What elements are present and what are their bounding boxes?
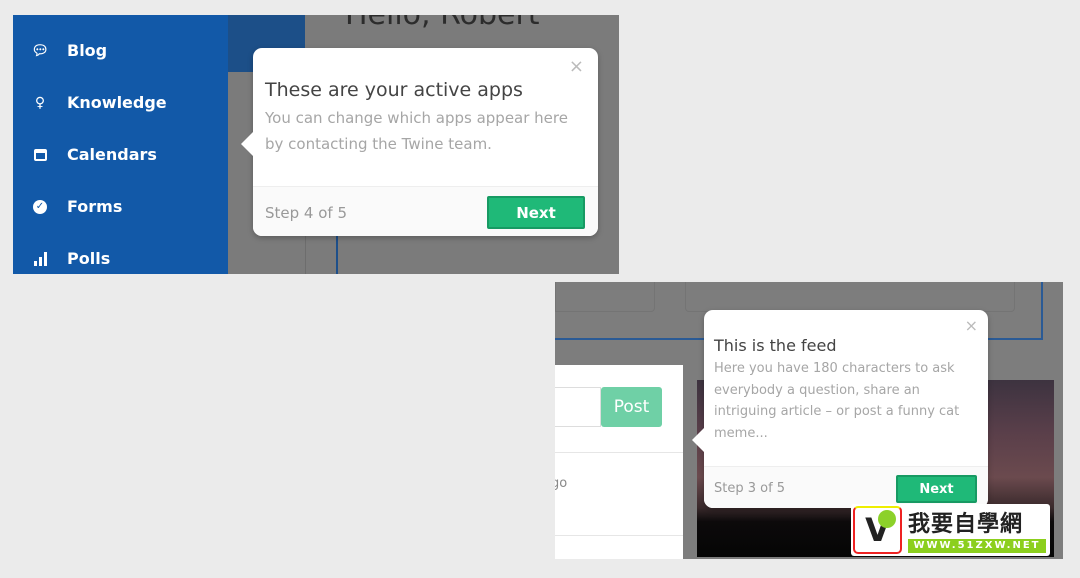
- tooltip-arrow: [241, 132, 253, 156]
- sidebar-item-label: Blog: [67, 41, 108, 60]
- post-button[interactable]: Post: [601, 387, 662, 427]
- sidebar-item-knowledge[interactable]: ♀ Knowledge: [31, 93, 167, 112]
- tooltip-footer: Step 4 of 5 Next: [253, 186, 598, 236]
- next-button[interactable]: Next: [487, 196, 585, 229]
- next-button[interactable]: Next: [896, 475, 977, 503]
- logo-icon: V: [853, 506, 902, 554]
- sidebar-item-forms[interactable]: ✓ Forms: [31, 197, 122, 216]
- sidebar-item-label: Polls: [67, 249, 111, 268]
- post-input[interactable]: [555, 387, 601, 427]
- tour-tooltip: × This is the feed Here you have 180 cha…: [692, 310, 988, 508]
- close-icon[interactable]: ×: [965, 316, 978, 335]
- sidebar: 💬︎ Blog ♀ Knowledge Calendars ✓ Forms Polls: [13, 15, 228, 274]
- sidebar-item-label: Knowledge: [67, 93, 167, 112]
- tooltip-body: You can change which apps appear here by…: [265, 109, 568, 153]
- lightbulb-icon: ♀: [34, 94, 46, 111]
- greeting: Hello, Robert: [345, 15, 540, 32]
- tooltip-title: This is the feed: [714, 336, 837, 355]
- watermark-url: WWW.51ZXW.NET: [908, 539, 1046, 553]
- calendar-icon: [31, 146, 49, 164]
- close-icon[interactable]: ×: [569, 56, 584, 77]
- feed-snippet: go: [555, 476, 568, 491]
- apps-tour-screenshot: Hello, Robert 💬︎ Blog ♀ Knowledge Calendar…: [13, 15, 619, 274]
- tooltip-footer: Step 3 of 5 Next: [704, 466, 988, 508]
- step-indicator: Step 3 of 5: [714, 481, 786, 496]
- sidebar-item-label: Calendars: [67, 145, 157, 164]
- speech-bubble-icon: 💬︎: [31, 42, 49, 59]
- sidebar-item-label: Forms: [67, 197, 123, 216]
- sidebar-item-calendars[interactable]: Calendars: [31, 145, 157, 164]
- sidebar-item-polls[interactable]: Polls: [31, 249, 110, 268]
- check-circle-icon: ✓: [31, 198, 49, 216]
- watermark-text: 我要自學網: [908, 512, 1024, 537]
- sidebar-item-blog[interactable]: 💬︎ Blog: [31, 41, 107, 60]
- step-indicator: Step 4 of 5: [265, 204, 348, 222]
- tour-tooltip: × These are your active apps You can cha…: [241, 48, 598, 236]
- composer-panel: Post go: [555, 365, 683, 559]
- tooltip-title: These are your active apps: [265, 79, 523, 101]
- watermark-logo: V 我要自學網 WWW.51ZXW.NET: [851, 504, 1050, 556]
- tooltip-arrow: [692, 428, 704, 452]
- tooltip-body: Here you have 180 characters to ask ever…: [714, 361, 960, 441]
- bar-chart-icon: [31, 250, 49, 268]
